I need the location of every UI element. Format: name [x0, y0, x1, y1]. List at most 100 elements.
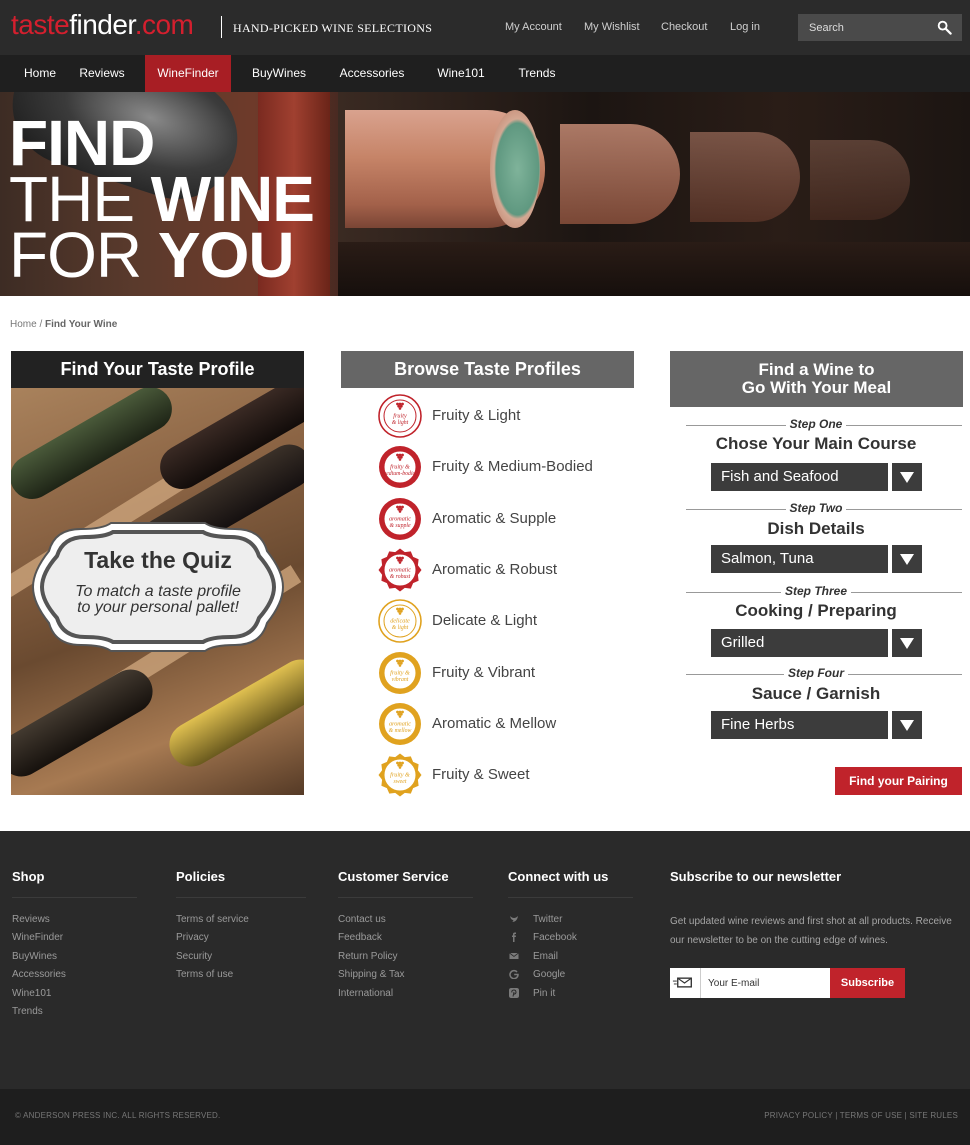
footer-shop-link[interactable]: WineFinder: [12, 932, 63, 943]
main-course-dropdown-arrow-icon[interactable]: [892, 463, 922, 491]
pairing-heading-line2: Go With Your Meal: [741, 378, 892, 397]
footer-newsletter-heading: Subscribe to our newsletter: [670, 869, 842, 884]
main-course-select[interactable]: Fish and Seafood: [711, 463, 888, 491]
google-link[interactable]: Google: [533, 969, 565, 980]
cooking-dropdown-arrow-icon[interactable]: [892, 629, 922, 657]
footer-shop-link[interactable]: Accessories: [12, 969, 66, 980]
footer-service-link[interactable]: Return Policy: [338, 951, 397, 962]
checkout-link[interactable]: Checkout: [661, 21, 707, 33]
quiz-subtitle: To match a taste profile to your persona…: [31, 584, 285, 616]
quiz-card[interactable]: Find Your Taste Profile Take the Quiz To…: [11, 351, 304, 795]
email-link[interactable]: Email: [533, 951, 558, 962]
step-three-title: Cooking / Preparing: [735, 601, 897, 620]
taste-profile-label: Aromatic & Supple: [432, 509, 557, 527]
quiz-subtitle-line1: To match a taste profile: [75, 583, 241, 600]
privacy-policy-link[interactable]: PRIVACY POLICY: [764, 1111, 833, 1120]
nav-item-buywines[interactable]: BuyWines: [242, 55, 316, 92]
footer-shop-link[interactable]: Wine101: [12, 988, 51, 999]
search-icon[interactable]: [937, 20, 952, 35]
badge-text-line1: delicate: [390, 618, 410, 625]
google-icon[interactable]: [509, 969, 519, 979]
search-box: [798, 14, 962, 41]
taste-profile-label: Delicate & Light: [432, 612, 538, 630]
pinterest-link[interactable]: Pin it: [533, 988, 555, 999]
hero-headline-line3: FOR YOU: [9, 223, 295, 287]
search-input[interactable]: [798, 14, 928, 41]
dish-details-dropdown-arrow-icon[interactable]: [892, 545, 922, 573]
taste-profile-label: Aromatic & Mellow: [432, 714, 557, 732]
footer-policies-link[interactable]: Privacy: [176, 932, 209, 943]
footer-service-link[interactable]: Shipping & Tax: [338, 969, 405, 980]
terms-of-use-link[interactable]: TERMS OF USE: [840, 1111, 902, 1120]
email-icon[interactable]: [509, 951, 519, 961]
sauce-dropdown-arrow-icon[interactable]: [892, 711, 922, 739]
site-rules-link[interactable]: SITE RULES: [909, 1111, 958, 1120]
facebook-icon[interactable]: [509, 932, 519, 942]
badge-text-line1: fruity &: [390, 772, 410, 779]
step-two-label-text: Step Two: [785, 501, 847, 515]
badge-text-line2: medium-bodied: [382, 471, 418, 477]
taste-profile-badge-icon: fruity &sweet: [378, 753, 422, 797]
sauce-select[interactable]: Fine Herbs: [711, 711, 888, 739]
hero-bottle-far: [810, 140, 910, 220]
tagline-divider: [221, 16, 222, 38]
nav-item-winefinder[interactable]: WineFinder: [145, 55, 231, 92]
breadcrumb-home[interactable]: Home: [10, 319, 37, 330]
copyright-text: © ANDERSON PRESS INC. ALL RIGHTS RESERVE…: [15, 1111, 221, 1120]
footer-divider: [12, 897, 137, 898]
facebook-link[interactable]: Facebook: [533, 932, 577, 943]
nav-item-home[interactable]: Home: [12, 55, 68, 92]
footer-service-link[interactable]: Contact us: [338, 914, 386, 925]
badge-text-line2: & robust: [390, 574, 411, 580]
footer-shop-link[interactable]: Trends: [12, 1006, 43, 1017]
quiz-title: Take the Quiz: [84, 547, 232, 573]
pairing-heading: Find a Wine to Go With Your Meal: [670, 351, 963, 407]
logo-part-com: .com: [134, 9, 194, 40]
login-link[interactable]: Log in: [730, 21, 760, 33]
cooking-select[interactable]: Grilled: [711, 629, 888, 657]
badge-text-line1: fruity: [393, 413, 407, 420]
taste-profile-label: Fruity & Sweet: [432, 766, 530, 784]
footer-service-link[interactable]: Feedback: [338, 932, 382, 943]
step-two-title: Dish Details: [767, 519, 865, 538]
step-four-title: Sauce / Garnish: [751, 684, 881, 703]
twitter-icon[interactable]: [509, 914, 519, 924]
badge-text-line2: sweet: [394, 779, 407, 785]
nav-item-accessories[interactable]: Accessories: [330, 55, 414, 92]
taste-profile-badge-icon: fruity& light: [378, 394, 422, 438]
badge-text-line2: & mellow: [389, 728, 412, 734]
top-bar: tastefinder.com HAND-PICKED WINE SELECTI…: [0, 0, 970, 55]
newsletter-email-box: [670, 968, 830, 998]
dish-details-select[interactable]: Salmon, Tuna: [711, 545, 888, 573]
newsletter-email-input[interactable]: [708, 968, 826, 998]
nav-item-wine101[interactable]: Wine101: [428, 55, 494, 92]
site-logo[interactable]: tastefinder.com: [11, 9, 194, 41]
my-wishlist-link[interactable]: My Wishlist: [584, 21, 640, 33]
nav-item-reviews[interactable]: Reviews: [72, 55, 132, 92]
footer-shop-link[interactable]: BuyWines: [12, 951, 57, 962]
footer-policies-heading: Policies: [176, 869, 226, 884]
pinterest-icon[interactable]: [509, 988, 519, 998]
footer-divider: [508, 897, 633, 898]
nav-item-trends[interactable]: Trends: [508, 55, 566, 92]
footer-policies-link[interactable]: Terms of use: [176, 969, 233, 980]
step-one-label: Step One: [686, 417, 946, 431]
footer-divider: [338, 897, 473, 898]
taste-profile-badge-icon: aromatic& supple: [379, 497, 421, 540]
footer-service-link[interactable]: International: [338, 988, 393, 999]
my-account-link[interactable]: My Account: [505, 21, 562, 33]
footer-shop-link[interactable]: Reviews: [12, 914, 50, 925]
taste-profile-badge-icon: delicate& light: [378, 599, 422, 643]
find-pairing-button[interactable]: Find your Pairing: [835, 767, 962, 795]
footer-connect-heading: Connect with us: [508, 869, 609, 884]
footer-policies-link[interactable]: Security: [176, 951, 212, 962]
newsletter-description: Get updated wine reviews and first shot …: [670, 916, 952, 946]
subscribe-button[interactable]: Subscribe: [830, 968, 905, 998]
badge-text-line1: aromatic: [389, 515, 411, 522]
taste-profile-badge-icon: fruity &medium-bodied: [379, 446, 421, 489]
footer-policies-link[interactable]: Terms of service: [176, 914, 249, 925]
logo-part-taste: taste: [11, 9, 70, 40]
twitter-link[interactable]: Twitter: [533, 914, 562, 925]
breadcrumb-current: Find Your Wine: [45, 319, 118, 330]
quiz-heading: Find Your Taste Profile: [11, 351, 304, 388]
